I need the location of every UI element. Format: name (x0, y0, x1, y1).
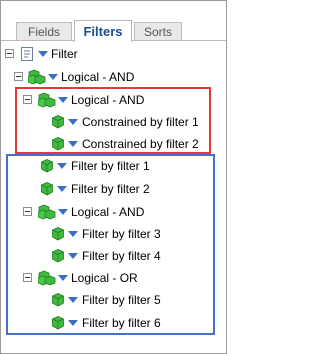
tree-label: Filter (51, 47, 78, 61)
cube-group-icon (38, 92, 56, 108)
tree-leaf-filter-6[interactable]: Filter by filter 6 (1, 315, 226, 331)
tree-leaf-filter-4[interactable]: Filter by filter 4 (1, 248, 226, 264)
tree-node-logical-and[interactable]: Logical - AND (1, 92, 226, 108)
collapse-box-icon[interactable] (14, 72, 23, 81)
triangle-down-icon[interactable] (57, 186, 67, 192)
triangle-down-icon[interactable] (58, 97, 68, 103)
triangle-down-icon[interactable] (68, 297, 78, 303)
cube-group-icon (28, 69, 46, 85)
tab-filters[interactable]: Filters (74, 20, 132, 42)
tree-label: Logical - AND (71, 205, 145, 219)
cube-icon (52, 293, 64, 307)
cube-icon (52, 227, 64, 241)
triangle-down-icon[interactable] (68, 119, 78, 125)
cube-icon (52, 137, 64, 151)
collapse-box-icon[interactable] (23, 207, 32, 216)
tree-leaf-filter-2[interactable]: Filter by filter 2 (1, 181, 226, 197)
tree-label: Constrained by filter 1 (82, 115, 199, 129)
tab-bar: Fields Sorts Filters (1, 1, 226, 42)
triangle-down-icon[interactable] (68, 141, 78, 147)
tree-leaf-filter-1[interactable]: Filter by filter 1 (1, 158, 226, 174)
tree-label: Filter by filter 5 (82, 293, 161, 307)
tree-label: Filter by filter 2 (71, 182, 150, 196)
triangle-down-icon[interactable] (57, 163, 67, 169)
filter-document-icon (21, 47, 33, 61)
cube-icon (52, 316, 64, 330)
tree-leaf-filter-5[interactable]: Filter by filter 5 (1, 292, 226, 308)
triangle-down-icon[interactable] (68, 253, 78, 259)
triangle-down-icon[interactable] (58, 209, 68, 215)
triangle-down-icon[interactable] (38, 51, 48, 57)
cube-icon (41, 182, 53, 196)
tree-label: Constrained by filter 2 (82, 137, 199, 151)
tab-fields[interactable]: Fields (16, 22, 72, 41)
triangle-down-icon[interactable] (68, 231, 78, 237)
cube-icon (52, 115, 64, 129)
collapse-box-icon[interactable] (5, 49, 14, 58)
tree-label: Filter by filter 4 (82, 249, 161, 263)
tree-label: Logical - AND (61, 70, 135, 84)
tree-label: Filter by filter 1 (71, 159, 150, 173)
triangle-down-icon[interactable] (48, 74, 58, 80)
tree-label: Logical - OR (71, 271, 138, 285)
triangle-down-icon[interactable] (68, 320, 78, 326)
collapse-box-icon[interactable] (23, 95, 32, 104)
tree-leaf-constrained-filter-2[interactable]: Constrained by filter 2 (1, 136, 226, 152)
cube-icon (52, 249, 64, 263)
tree-label: Filter by filter 6 (82, 316, 161, 330)
tree-leaf-constrained-filter-1[interactable]: Constrained by filter 1 (1, 114, 226, 130)
tab-sorts[interactable]: Sorts (134, 22, 182, 41)
cube-group-icon (38, 204, 56, 220)
tree-root-filter[interactable]: Filter (1, 46, 226, 62)
tree-node-logical-or[interactable]: Logical - OR (1, 270, 226, 286)
cube-icon (41, 159, 53, 173)
cube-group-icon (38, 270, 56, 286)
tree-node-logical-and[interactable]: Logical - AND (1, 69, 226, 85)
filter-panel: Fields Sorts Filters Filter Logical - AN… (0, 0, 227, 354)
tree-node-logical-and[interactable]: Logical - AND (1, 204, 226, 220)
triangle-down-icon[interactable] (58, 275, 68, 281)
tree-label: Filter by filter 3 (82, 227, 161, 241)
collapse-box-icon[interactable] (23, 273, 32, 282)
tree-leaf-filter-3[interactable]: Filter by filter 3 (1, 226, 226, 242)
tree-label: Logical - AND (71, 93, 145, 107)
